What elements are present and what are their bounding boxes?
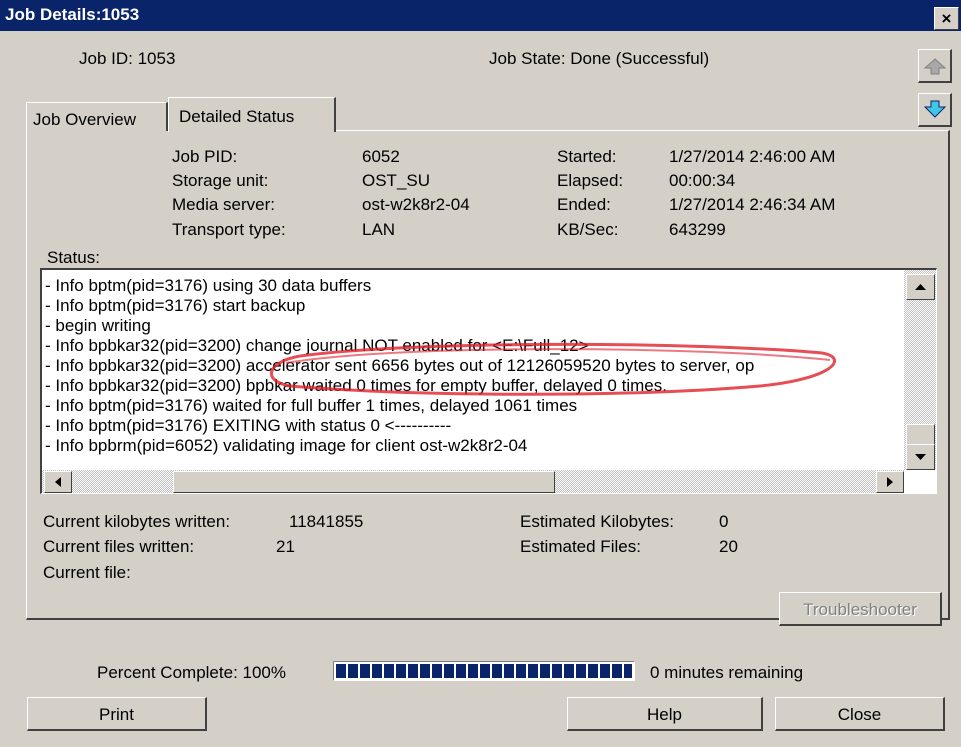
log-line: - Info bptm(pid=3176) start backup [45,296,306,315]
storage-unit-value: OST_SU [362,171,431,190]
window-title: Job Details:1053 [5,5,140,24]
print-button[interactable]: Print [27,697,207,731]
log-line: - Info bpbkar32(pid=3200) bpbkar waited … [45,376,667,395]
log-line: - Info bpbkar32(pid=3200) accelerator se… [45,356,755,375]
tab-label: Detailed Status [179,107,295,126]
scroll-left-button[interactable] [44,471,72,493]
log-line: - Info bptm(pid=3176) using 30 data buff… [45,276,372,295]
scroll-down-button[interactable] [906,444,935,470]
elapsed-label: Elapsed: [557,171,624,190]
status-log-lines: - Info bptm(pid=3176) using 30 data buff… [45,276,754,456]
estimated-kb-value: 0 [719,512,729,531]
media-server-value: ost-w2k8r2-04 [362,195,470,214]
scroll-up-button[interactable] [906,274,935,300]
help-button-label: Help [647,705,682,724]
next-job-button[interactable] [918,93,952,127]
job-id-label: Job ID: 1053 [79,49,176,68]
status-label: Status: [47,248,100,267]
started-label: Started: [557,147,617,166]
scroll-down-arrow-icon [915,454,926,460]
troubleshooter-label: Troubleshooter [803,600,917,619]
percent-complete-label: Percent Complete: 100% [97,663,286,682]
tab-label: Job Overview [33,110,136,129]
scroll-right-arrow-icon [887,477,893,487]
scroll-up-arrow-icon [915,284,926,290]
estimated-files-value: 20 [719,537,738,556]
files-written-label: Current files written: [43,537,195,556]
current-file-label: Current file: [43,563,131,582]
print-button-label: Print [99,705,134,724]
title-bar [0,0,961,31]
close-button[interactable]: Close [775,697,945,731]
ended-value: 1/27/2014 2:46:34 AM [669,195,836,214]
close-button-label: Close [837,705,882,724]
transport-type-label: Transport type: [172,220,286,239]
troubleshooter-button[interactable]: Troubleshooter [779,592,942,626]
elapsed-value: 00:00:34 [669,171,736,190]
log-line: - Info bptm(pid=3176) EXITING with statu… [45,416,452,435]
kb-sec-value: 643299 [669,220,726,239]
storage-unit-label: Storage unit: [172,171,269,190]
estimated-kb-label: Estimated Kilobytes: [520,512,675,531]
log-line: - Info bpbkar32(pid=3200) change journal… [45,336,589,355]
job-pid-value: 6052 [362,147,400,166]
horizontal-scroll-thumb[interactable] [173,471,555,493]
tab-job-overview[interactable]: Job Overview [26,102,168,131]
kb-written-label: Current kilobytes written: [43,512,231,531]
started-value: 1/27/2014 2:46:00 AM [669,147,836,166]
transport-type-value: LAN [362,220,396,239]
time-remaining-label: 0 minutes remaining [650,663,804,682]
arrow-up-icon [923,58,947,75]
files-written-value: 21 [276,537,295,556]
ended-label: Ended: [557,195,611,214]
previous-job-button[interactable] [918,49,952,83]
window-close-button[interactable]: × [934,7,959,30]
kb-written-value: 11841855 [289,512,364,531]
job-pid-label: Job PID: [172,147,238,166]
progress-fill [336,664,632,678]
kb-sec-label: KB/Sec: [557,220,619,239]
log-line: - Info bpbrm(pid=6052) validating image … [45,436,528,455]
job-state-label: Job State: Done (Successful) [489,49,710,68]
log-line: - Info bptm(pid=3176) waited for full bu… [45,396,578,415]
media-server-label: Media server: [172,195,275,214]
tab-detailed-status[interactable]: Detailed Status [168,97,336,132]
arrow-down-icon [923,100,947,118]
status-log[interactable]: - Info bptm(pid=3176) using 30 data buff… [40,268,937,494]
scroll-right-button[interactable] [876,471,904,493]
help-button[interactable]: Help [567,697,763,731]
estimated-files-label: Estimated Files: [520,537,641,556]
log-line: - begin writing [45,316,151,335]
scroll-left-arrow-icon [55,477,61,487]
progress-bar [333,661,635,681]
